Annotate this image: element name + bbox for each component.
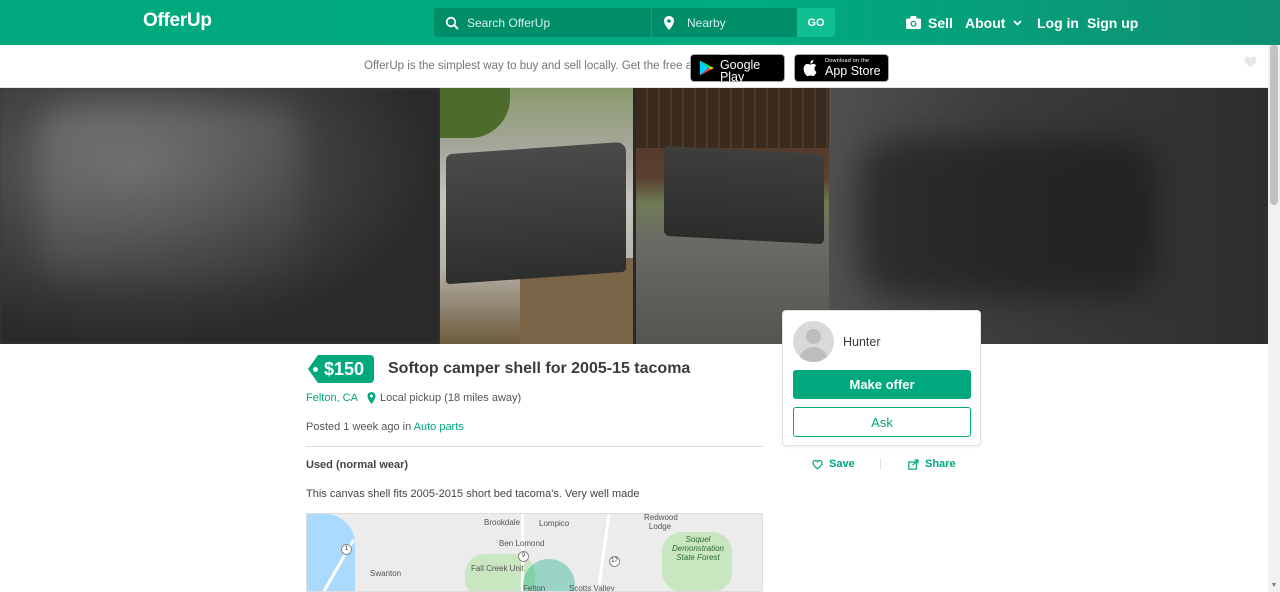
location-map[interactable]: Brookdale Lompico Redwood Lodge Ben Lomo… [306, 513, 763, 592]
scroll-down-arrow[interactable]: ▼ [1270, 582, 1278, 590]
search-icon [445, 16, 459, 30]
category-link[interactable]: Auto parts [414, 421, 464, 433]
nav-signup[interactable]: Sign up [1087, 0, 1138, 45]
top-navbar: OfferUp Search OfferUp Nearby GO Sell Ab… [0, 0, 1280, 45]
chevron-down-icon [1013, 19, 1023, 26]
heart-icon[interactable] [1244, 56, 1257, 68]
map-label-redwood-lodge: Redwood Lodge [644, 513, 678, 531]
section-divider [306, 446, 763, 447]
listing-photo-1[interactable] [440, 88, 633, 344]
map-highway-shield: 9 [518, 551, 529, 562]
apple-icon [803, 60, 817, 77]
ask-button[interactable]: Ask [793, 407, 971, 437]
listing-photo-2[interactable] [636, 88, 829, 344]
avatar-head [806, 329, 821, 344]
price-tag-hole [313, 366, 318, 372]
save-label: Save [829, 458, 855, 470]
app-banner: OfferUp is the simplest way to buy and s… [0, 45, 1280, 88]
location-pin-icon [664, 15, 674, 30]
photo-camper-shell [664, 145, 824, 245]
nav-login[interactable]: Log in [1037, 0, 1079, 45]
map-label-swanton: Swanton [370, 569, 402, 578]
map-label-lompico: Lompico [539, 519, 570, 528]
posted-prefix: Posted 1 week ago in [306, 421, 412, 433]
map-label-soquel: Soquel Demonstration State Forest [671, 535, 725, 562]
search-bar: Search OfferUp Nearby GO [434, 8, 835, 37]
app-store-button[interactable]: Download on the App Store [794, 54, 889, 82]
map-highway-shield: 1 [341, 544, 352, 555]
price-tag: $150 [308, 355, 374, 383]
photo-camper-shell [446, 141, 626, 285]
photo-foliage [440, 88, 510, 138]
make-offer-button[interactable]: Make offer [793, 370, 971, 399]
share-button[interactable]: Share [908, 458, 956, 470]
share-label: Share [925, 458, 956, 470]
go-button[interactable]: GO [797, 8, 835, 37]
location-placeholder: Nearby [687, 15, 726, 30]
offerup-logo[interactable]: OfferUp [143, 10, 212, 32]
location-row: Felton, CA Local pickup (18 miles away) [306, 392, 521, 404]
seller-name[interactable]: Hunter [843, 335, 881, 349]
item-condition: Used (normal wear) [306, 459, 409, 471]
save-button[interactable]: Save [812, 458, 855, 470]
search-placeholder: Search OfferUp [467, 15, 551, 30]
gallery-blur-background-left [0, 88, 440, 344]
map-label-felton: Felton [523, 584, 546, 592]
google-play-big: Google Play [719, 57, 761, 85]
price-value: $150 [324, 358, 365, 379]
photo-fence [636, 88, 829, 148]
nav-sell[interactable]: Sell [906, 0, 953, 45]
nav-sell-label: Sell [928, 14, 953, 31]
listing-photo-gallery[interactable] [0, 88, 1268, 344]
map-label-fall-creek: Fall Creek Unit [471, 564, 524, 573]
location-input[interactable]: Nearby [651, 8, 797, 37]
seller-avatar[interactable] [793, 321, 834, 362]
listing-title: Softop camper shell for 2005-15 tacoma [388, 360, 691, 377]
map-label-brookdale: Brookdale [484, 518, 521, 527]
posted-info: Posted 1 week ago in Auto parts [306, 421, 464, 433]
app-banner-text: OfferUp is the simplest way to buy and s… [364, 60, 709, 72]
nav-about-label: About [965, 14, 1006, 31]
map-label-scotts-valley: Scotts Valley [569, 584, 615, 592]
seller-card: Hunter Make offer Ask [782, 310, 981, 446]
avatar-body [799, 347, 828, 362]
map-road [596, 514, 611, 591]
google-play-button[interactable]: GET IT ON Google Play [690, 51, 785, 85]
location-pin-icon [367, 392, 376, 404]
search-input[interactable]: Search OfferUp [434, 8, 651, 37]
gallery-blur-background-right [829, 88, 1268, 344]
nav-about[interactable]: About [965, 0, 1023, 45]
app-store-big: App Store [825, 64, 881, 78]
map-highway-shield: 17 [609, 556, 620, 567]
heart-outline-icon [812, 459, 823, 470]
scrollbar-thumb[interactable] [1270, 45, 1278, 205]
location-link[interactable]: Felton, CA [306, 392, 358, 404]
action-separator [880, 459, 881, 469]
google-play-small: GET IT ON [719, 51, 750, 58]
item-description: This canvas shell fits 2005-2015 short b… [306, 488, 640, 500]
pickup-distance: Local pickup (18 miles away) [379, 392, 522, 404]
camera-icon [906, 16, 921, 29]
google-play-icon [699, 60, 714, 76]
share-icon [908, 458, 919, 470]
map-label-ben-lomond: Ben Lomond [499, 539, 545, 548]
